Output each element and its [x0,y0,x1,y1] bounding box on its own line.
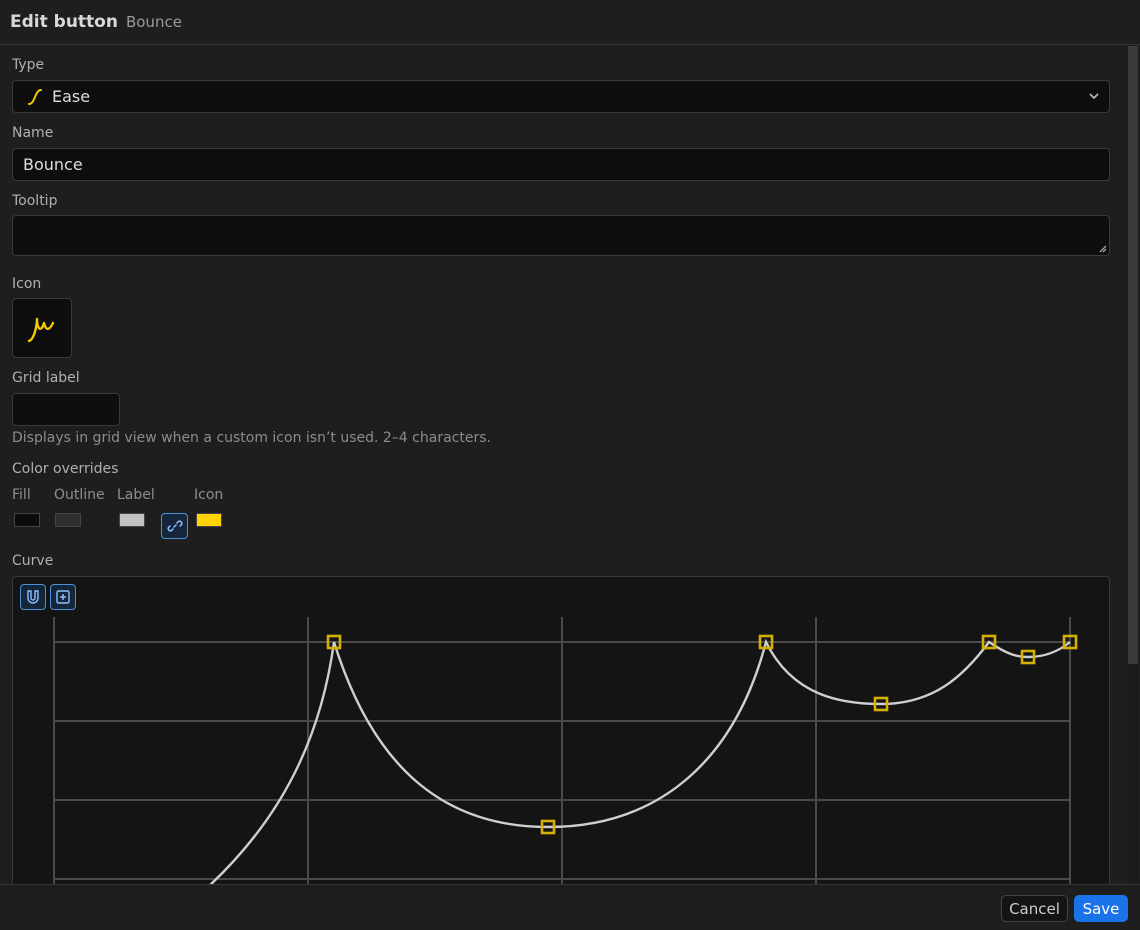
outline-color-swatch[interactable] [55,513,81,527]
link-colors-button[interactable] [161,513,188,539]
dialog-subtitle: Bounce [125,13,182,31]
label-color-label: Label [117,487,155,503]
curve-editor[interactable] [12,576,1110,884]
chevron-down-icon [1089,93,1099,100]
link-icon [166,520,183,532]
save-button[interactable]: Save [1074,895,1128,922]
bounce-curve-icon [27,317,55,343]
curve-line [209,638,1071,884]
grid-label-label: Grid label [12,370,80,386]
icon-color-label: Icon [194,487,224,503]
scrollbar-thumb[interactable] [1128,46,1138,664]
curve-canvas[interactable] [13,577,1110,884]
fill-label: Fill [12,487,31,503]
icon-picker[interactable] [12,298,72,358]
label-color-swatch[interactable] [119,513,145,527]
dialog-body[interactable]: Type Ease Name Bounce Tooltip Icon Grid … [0,46,1140,884]
grid-label-help: Displays in grid view when a custom icon… [12,430,491,446]
type-label: Type [12,57,45,73]
magnet-icon [27,590,39,604]
scrollbar[interactable] [1128,46,1138,884]
tooltip-label: Tooltip [12,193,58,209]
dialog-title: Edit button [10,12,118,32]
grid-label-input[interactable] [12,393,120,426]
name-label: Name [12,125,54,141]
outline-label: Outline [54,487,105,503]
curve-label: Curve [12,553,54,569]
tooltip-textarea[interactable] [12,215,1110,256]
add-point-button[interactable] [50,584,76,610]
dialog-footer: Cancel Save [0,884,1140,930]
color-overrides-label: Color overrides [12,461,119,477]
name-input[interactable]: Bounce [12,148,1110,181]
type-select-value: Ease [52,87,91,106]
ease-curve-icon [28,88,42,105]
icon-label: Icon [12,276,42,292]
add-point-icon [56,590,70,604]
cancel-button[interactable]: Cancel [1001,895,1068,922]
type-select[interactable]: Ease [12,80,1110,113]
curve-grid [53,617,1071,884]
snap-magnet-button[interactable] [20,584,46,610]
dialog-header: Edit button Bounce [0,0,1140,45]
resize-grip-icon[interactable] [1097,243,1107,253]
icon-color-swatch[interactable] [196,513,222,527]
fill-color-swatch[interactable] [14,513,40,527]
